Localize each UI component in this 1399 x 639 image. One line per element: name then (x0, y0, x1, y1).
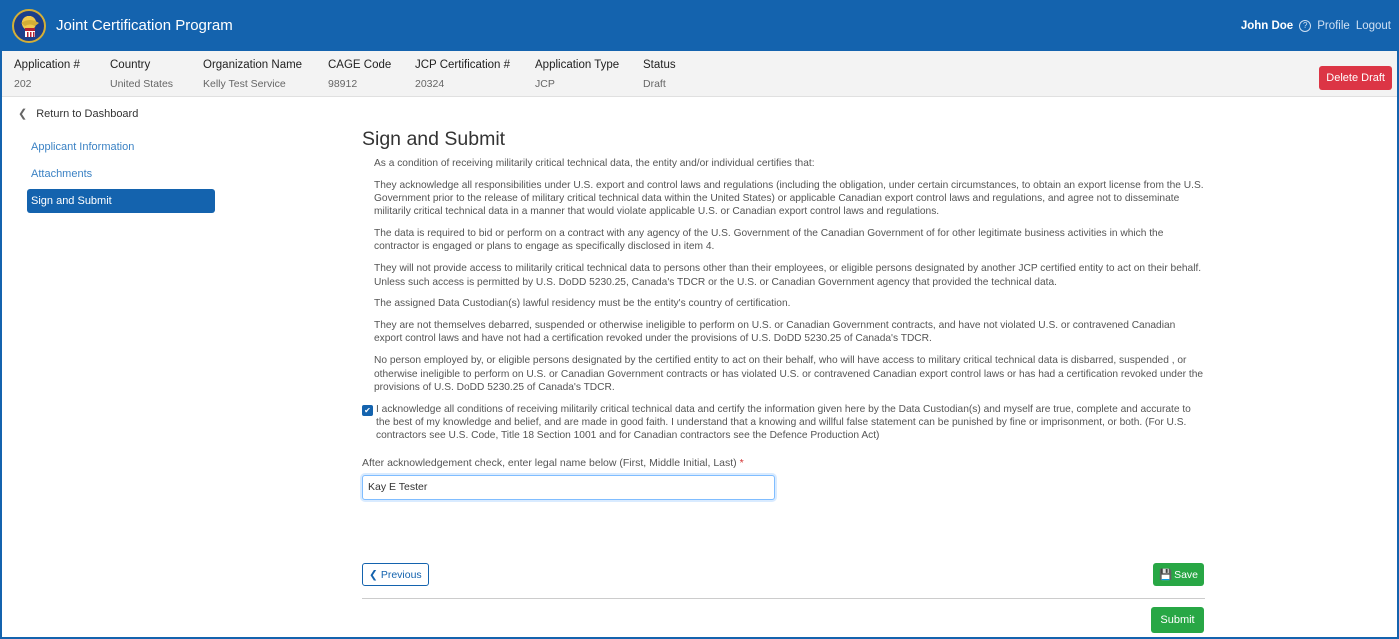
sidebar-item-attachments[interactable]: Attachments (27, 162, 215, 186)
certification-paragraph: No person employed by, or eligible perso… (374, 355, 1204, 393)
user-name: John Doe (1240, 19, 1294, 32)
save-disk-icon: 💾 (1158, 569, 1173, 581)
delete-draft-button[interactable]: Delete Draft (1319, 66, 1392, 90)
info-label: Country (110, 59, 151, 71)
info-label: Application Type (535, 59, 620, 71)
acknowledge-text: I acknowledge all conditions of receivin… (376, 403, 1191, 442)
previous-label: Previous (380, 568, 422, 581)
divider (362, 598, 1205, 599)
save-label: Save (1174, 568, 1198, 581)
sign-and-submit-section: Sign and Submit As a condition of receiv… (362, 128, 1207, 500)
info-organization-name: Organization Name Kelly Test Service (203, 59, 302, 90)
info-value: Draft (643, 78, 666, 90)
return-label: Return to Dashboard (36, 107, 139, 120)
chevron-left-icon: ❮ (18, 108, 28, 120)
info-cage-code: CAGE Code 98912 (328, 59, 391, 90)
certification-paragraph: The data is required to bid or perform o… (374, 228, 1164, 253)
info-label: CAGE Code (328, 59, 392, 71)
return-to-dashboard-link[interactable]: ❮ Return to Dashboard (18, 107, 139, 121)
page-title: Sign and Submit (362, 128, 506, 150)
chevron-left-icon: ❮ (369, 568, 378, 581)
top-navbar: Joint Certification Program John Doe ? P… (0, 0, 1399, 51)
info-label: Status (643, 59, 676, 71)
info-value: 98912 (328, 78, 358, 90)
info-value: Kelly Test Service (203, 78, 286, 90)
user-menu: John Doe ? Profile Logout (1240, 19, 1391, 32)
acknowledge-row: ✔ I acknowledge all conditions of receiv… (362, 403, 1207, 443)
info-label: JCP Certification # (415, 59, 511, 71)
legal-name-input[interactable] (362, 474, 775, 500)
info-jcp-certification: JCP Certification # 20324 (415, 59, 510, 90)
info-application-number: Application # 202 (14, 59, 80, 90)
info-status: Status Draft (643, 59, 676, 90)
certification-paragraph: The assigned Data Custodian(s) lawful re… (374, 298, 791, 310)
legal-name-label-text: After acknowledgement check, enter legal… (362, 456, 737, 469)
dla-seal-logo (12, 8, 46, 43)
info-country: Country United States (110, 59, 173, 90)
sidebar-nav: Applicant Information Attachments Sign a… (27, 132, 215, 213)
required-marker: * (739, 456, 744, 469)
help-icon[interactable]: ? (1299, 19, 1312, 32)
certification-paragraph: They acknowledge all responsibilities un… (374, 179, 1204, 218)
info-value: 202 (14, 78, 32, 90)
acknowledge-checkbox[interactable]: ✔ (362, 404, 373, 416)
info-application-type: Application Type JCP (535, 59, 619, 90)
info-value: 20324 (415, 78, 445, 90)
legal-name-label: After acknowledgement check, enter legal… (362, 457, 1207, 469)
logout-link[interactable]: Logout (1356, 20, 1391, 32)
save-button[interactable]: 💾 Save (1153, 563, 1204, 586)
submit-button[interactable]: Submit (1151, 607, 1204, 633)
info-label: Organization Name (203, 59, 303, 71)
profile-link[interactable]: Profile (1317, 20, 1350, 32)
certification-paragraph: As a condition of receiving militarily c… (374, 158, 815, 169)
certification-paragraph: They are not themselves debarred, suspen… (374, 320, 1176, 345)
certification-paragraph: They will not provide access to militari… (374, 263, 1202, 288)
application-info-bar: Application # 202 Country United States … (2, 51, 1397, 97)
info-label: Application # (14, 59, 80, 71)
previous-button[interactable]: ❮ Previous (362, 563, 429, 586)
info-value: United States (110, 78, 174, 90)
sidebar-item-sign-and-submit[interactable]: Sign and Submit (27, 189, 215, 213)
app-title[interactable]: Joint Certification Program (56, 17, 233, 34)
sidebar-item-applicant-information[interactable]: Applicant Information (27, 135, 215, 159)
info-value: JCP (535, 78, 555, 90)
